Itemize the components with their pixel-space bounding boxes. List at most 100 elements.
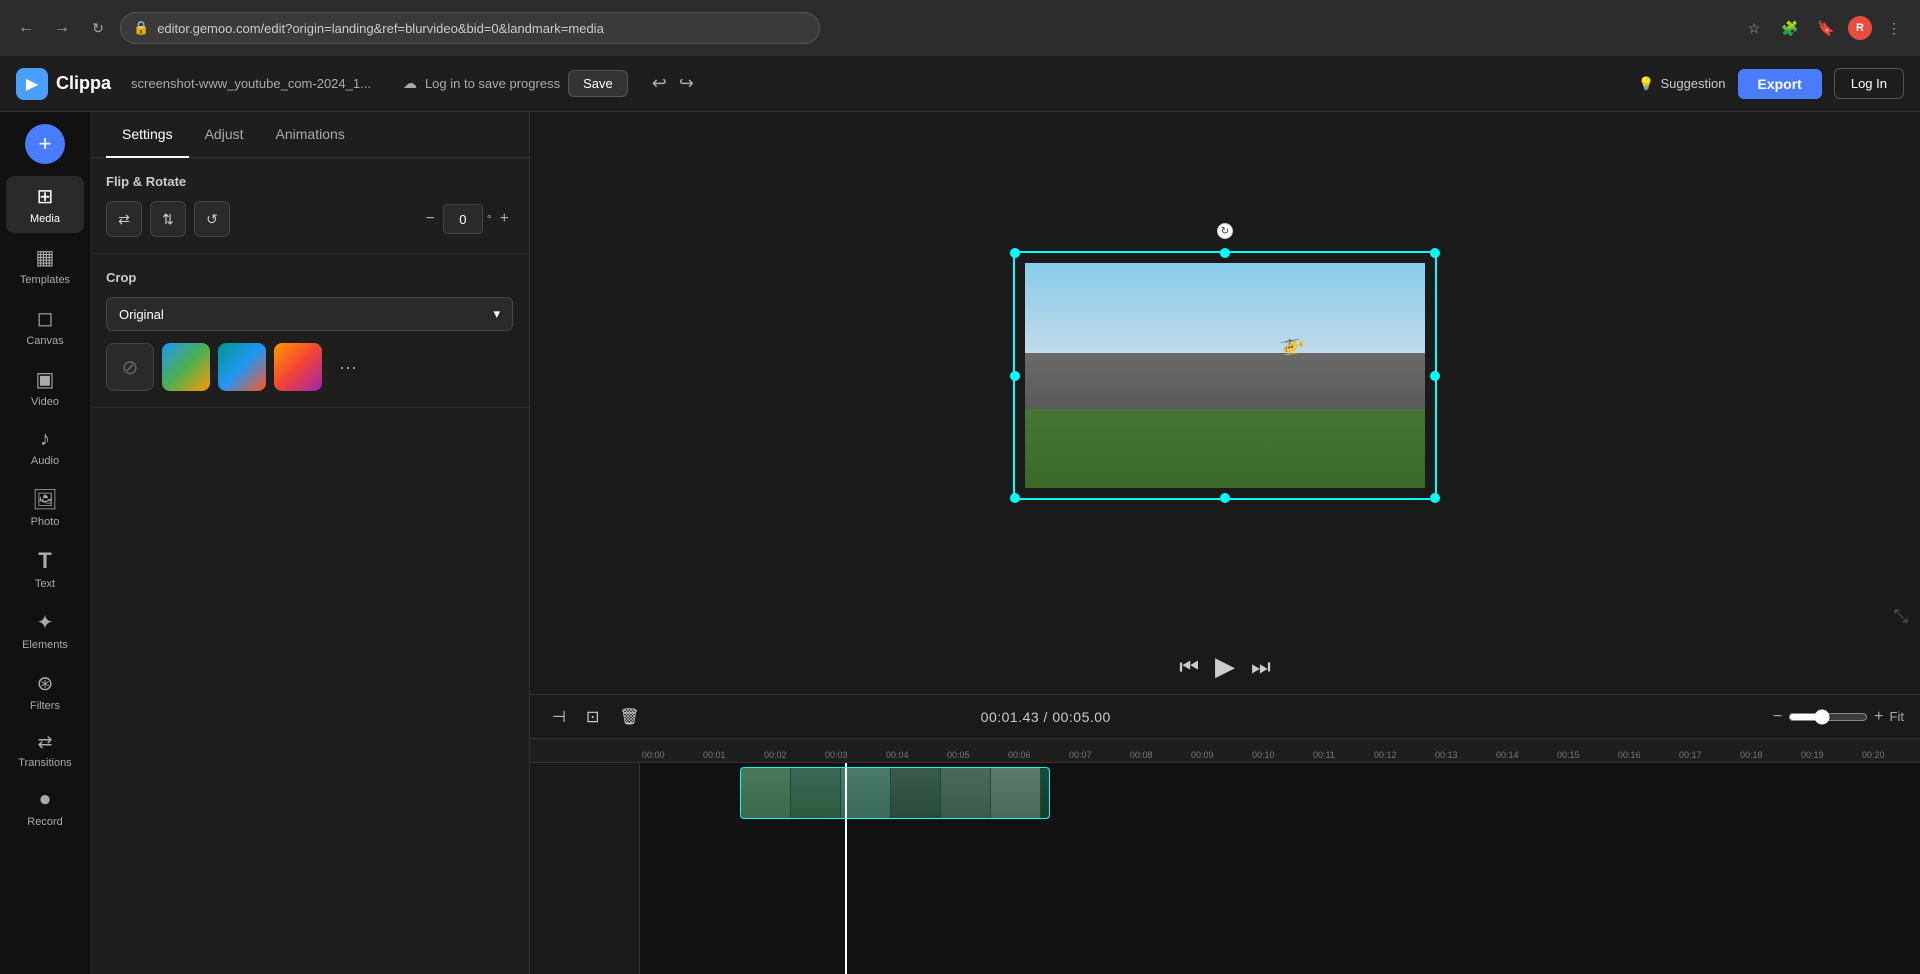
handle-bottom-left[interactable]	[1010, 493, 1020, 503]
sidebar-item-text[interactable]: T Text	[6, 540, 84, 598]
tab-adjust[interactable]: Adjust	[189, 112, 260, 158]
user-avatar: R	[1848, 16, 1872, 40]
sidebar-item-transitions[interactable]: ⇄ Transitions	[6, 724, 84, 777]
handle-top-middle[interactable]	[1220, 248, 1230, 258]
flip-horizontal-button[interactable]: ⇄	[106, 201, 142, 237]
redo-button[interactable]: ↪	[675, 69, 698, 98]
split-button[interactable]: ⊣	[546, 703, 572, 731]
prev-frame-button[interactable]: ⏮	[1179, 654, 1199, 680]
dropdown-arrow-icon: ▾	[493, 306, 500, 322]
sidebar-item-video[interactable]: ▣ Video	[6, 359, 84, 416]
handle-bottom-middle[interactable]	[1220, 493, 1230, 503]
rotate-button[interactable]: ↺	[194, 201, 230, 237]
duplicate-button[interactable]: ⊡	[580, 703, 605, 731]
video-buildings	[1025, 353, 1425, 409]
clip-thumb	[941, 768, 991, 818]
total-time: 00:05.00	[1052, 709, 1111, 725]
video-clip[interactable]	[740, 767, 1050, 819]
flip-v-icon: ⇅	[162, 211, 174, 228]
ruler-tick: 00:11	[1311, 750, 1372, 760]
extension-button[interactable]: 🧩	[1776, 14, 1804, 42]
timeline-tracks	[530, 763, 1920, 974]
canvas-area: 🚁 ↻	[530, 112, 1920, 974]
rotate-plus-button[interactable]: +	[496, 208, 513, 230]
sidebar-item-media[interactable]: ⊞ Media	[6, 176, 84, 233]
ruler-tick: 00:05	[945, 750, 1006, 760]
suggestion-button[interactable]: 💡 Suggestion	[1638, 76, 1725, 92]
add-media-button[interactable]: +	[25, 124, 65, 164]
resize-corner-icon: ⤡	[1894, 606, 1908, 627]
canvas-viewport[interactable]: 🚁 ↻	[530, 112, 1920, 639]
next-frame-button[interactable]: ⏭	[1251, 654, 1271, 680]
tab-animations[interactable]: Animations	[260, 112, 361, 158]
zoom-out-button[interactable]: −	[1773, 708, 1782, 726]
ruler-tick: 00:07	[1067, 750, 1128, 760]
back-button[interactable]: ←	[12, 14, 40, 42]
filter-option-3[interactable]	[274, 343, 322, 391]
flip-rotate-section: Flip & Rotate ⇄ ⇅ ↺ − ° +	[90, 158, 529, 254]
timeline-zoom: − + Fit	[1773, 708, 1904, 726]
crop-dropdown[interactable]: Original ▾	[106, 297, 513, 331]
handle-middle-right[interactable]	[1430, 371, 1440, 381]
rotate-handle[interactable]: ↻	[1217, 223, 1233, 239]
clip-thumbnail-strip	[741, 768, 1041, 818]
track-content[interactable]	[640, 763, 1920, 974]
video-element[interactable]: 🚁 ↻	[1025, 263, 1425, 488]
sidebar-item-audio[interactable]: ♪ Audio	[6, 420, 84, 475]
login-button[interactable]: Log In	[1834, 68, 1904, 99]
crop-selected: Original	[119, 307, 164, 322]
rotate-minus-button[interactable]: −	[422, 208, 439, 230]
left-sidebar: + ⊞ Media ▦ Templates ◻ Canvas ▣ Video ♪…	[0, 112, 90, 974]
cloud-icon: ☁	[403, 75, 417, 92]
zoom-in-button[interactable]: +	[1874, 708, 1883, 726]
sidebar-item-templates[interactable]: ▦ Templates	[6, 237, 84, 294]
tab-settings[interactable]: Settings	[106, 112, 189, 158]
timeline-time: 00:01.43 / 00:05.00	[981, 709, 1111, 725]
ruler-tick: 00:15	[1555, 750, 1616, 760]
handle-bottom-right[interactable]	[1430, 493, 1440, 503]
rotate-input-group: − ° +	[422, 204, 514, 234]
zoom-slider[interactable]	[1788, 709, 1868, 725]
bookmark-button[interactable]: ☆	[1740, 14, 1768, 42]
sidebar-item-canvas[interactable]: ◻ Canvas	[6, 298, 84, 355]
url-bar[interactable]: 🔒 editor.gemoo.com/edit?origin=landing&r…	[120, 12, 820, 44]
undo-button[interactable]: ↩	[648, 69, 671, 98]
no-filter-option[interactable]: ⊘	[106, 343, 154, 391]
export-button[interactable]: Export	[1738, 69, 1822, 99]
forward-button[interactable]: →	[48, 14, 76, 42]
rotate-angle-input[interactable]	[443, 204, 483, 234]
url-text: editor.gemoo.com/edit?origin=landing&ref…	[157, 21, 604, 36]
filter-option-2[interactable]	[218, 343, 266, 391]
ruler-tick: 00:09	[1189, 750, 1250, 760]
clip-thumb	[741, 768, 791, 818]
handle-top-left[interactable]	[1010, 248, 1020, 258]
menu-button[interactable]: ⋮	[1880, 14, 1908, 42]
video-track	[640, 763, 1920, 823]
play-button[interactable]: ▶	[1215, 651, 1235, 682]
refresh-button[interactable]: ↻	[84, 14, 112, 42]
clip-thumb	[791, 768, 841, 818]
flip-vertical-button[interactable]: ⇅	[150, 201, 186, 237]
filter-more-button[interactable]: ···	[330, 349, 366, 385]
delete-button[interactable]: 🗑	[613, 703, 645, 731]
sidebar-item-photo[interactable]: 🖼 Photo	[6, 479, 84, 536]
suggestion-label: Suggestion	[1660, 76, 1725, 91]
handle-middle-left[interactable]	[1010, 371, 1020, 381]
handle-top-right[interactable]	[1430, 248, 1440, 258]
sidebar-item-elements[interactable]: ✦ Elements	[6, 602, 84, 659]
ruler-tick: 00:13	[1433, 750, 1494, 760]
progress-label: Log in to save progress	[425, 76, 560, 91]
sidebar-item-filters[interactable]: ⊛ Filters	[6, 663, 84, 720]
crop-title: Crop	[106, 270, 513, 285]
filter-option-1[interactable]	[162, 343, 210, 391]
save-button[interactable]: Save	[568, 70, 628, 97]
sidebar-label-record: Record	[27, 816, 62, 828]
logo-icon: ▶	[16, 68, 48, 100]
profile-button[interactable]: 🔖	[1812, 14, 1840, 42]
crop-section: Crop Original ▾ ⊘ ···	[90, 254, 529, 408]
fit-button[interactable]: Fit	[1890, 709, 1904, 724]
sidebar-label-audio: Audio	[31, 455, 59, 467]
sidebar-item-record[interactable]: ⏺ Record	[6, 781, 84, 836]
sidebar-label-filters: Filters	[30, 700, 60, 712]
app-container: ▶ Clippa screenshot-www_youtube_com-2024…	[0, 56, 1920, 974]
